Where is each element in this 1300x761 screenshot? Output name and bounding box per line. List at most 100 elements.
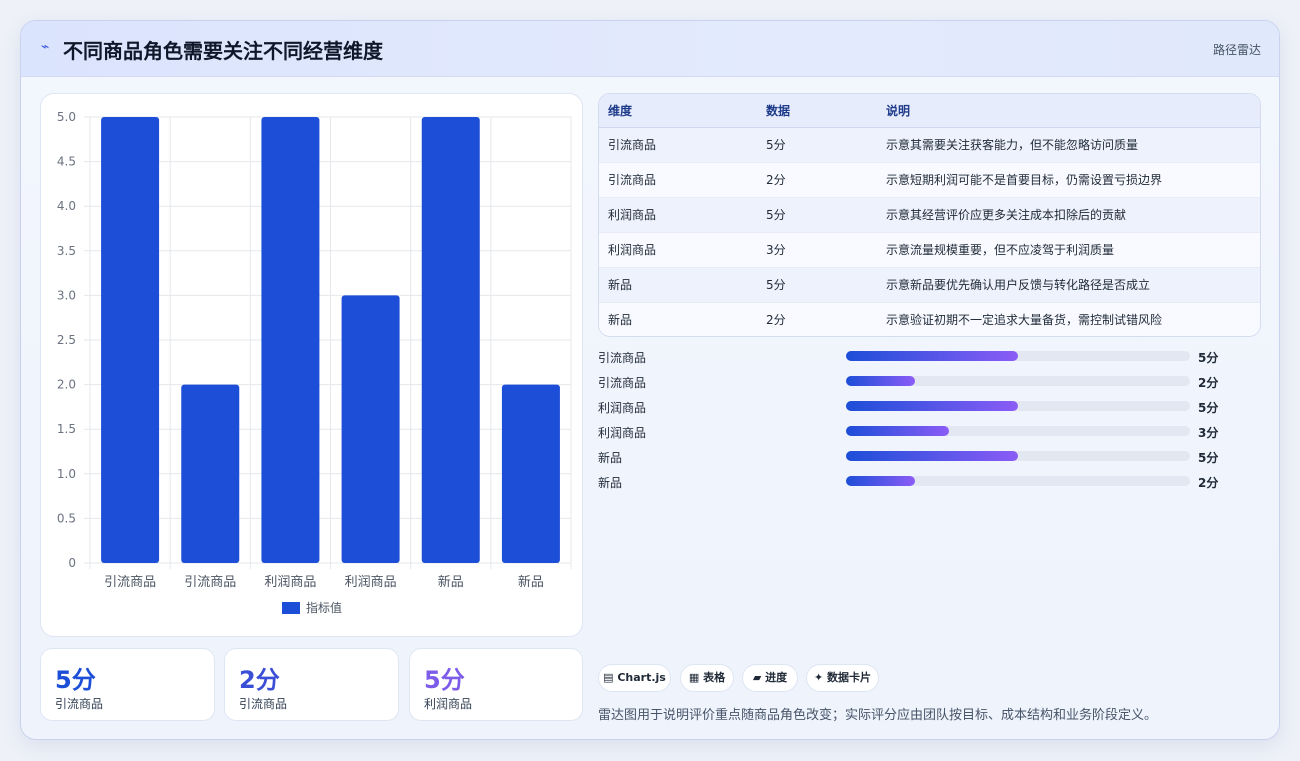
bar-chart-panel: 0 0.5 1.0 1.5 2.0 2.5 3.0 3.5 4.0 4.5 5.0 引流商品 引流商品 利… bbox=[40, 93, 583, 637]
progress-fill bbox=[846, 376, 915, 386]
kpi-value: 2分 bbox=[239, 666, 280, 694]
progress-value: 5分 bbox=[1198, 401, 1219, 415]
kpi-card-1: 5分 引流商品 bbox=[40, 648, 215, 721]
table-cell: 示意短期利润可能不是首要目标，仍需设置亏损边界 bbox=[877, 162, 1260, 198]
progress-track bbox=[846, 351, 1190, 361]
table-cell: 引流商品 bbox=[599, 162, 757, 198]
bar bbox=[261, 117, 320, 563]
kpi-label: 引流商品 bbox=[239, 697, 288, 711]
x-tick-label: 引流商品 bbox=[104, 575, 156, 590]
y-tick-label: 3.5 bbox=[57, 244, 76, 258]
table-cell: 新品 bbox=[599, 302, 757, 336]
progress-label: 利润商品 bbox=[598, 401, 647, 415]
progress-label: 引流商品 bbox=[598, 376, 647, 390]
pill-progress[interactable]: ▰ 进度 bbox=[742, 664, 798, 692]
y-tick-label: 0 bbox=[68, 556, 76, 570]
progress-fill bbox=[846, 401, 1018, 411]
pill-chartjs[interactable]: ▤ Chart.js bbox=[598, 664, 671, 692]
kpi-value: 5分 bbox=[55, 666, 96, 694]
kpi-label: 引流商品 bbox=[55, 697, 104, 711]
bar bbox=[101, 117, 160, 563]
progress-value: 2分 bbox=[1198, 376, 1219, 390]
progress-row: 新品 5分 bbox=[598, 447, 1261, 467]
progress-track bbox=[846, 376, 1190, 386]
progress-label: 利润商品 bbox=[598, 426, 647, 440]
table-row: 引流商品 5分 示意其需要关注获客能力，但不能忽略访问质量 bbox=[599, 127, 1260, 163]
progress-row: 新品 2分 bbox=[598, 472, 1261, 492]
table-cell: 5分 bbox=[757, 267, 877, 303]
progress-fill bbox=[846, 476, 915, 486]
progress-row: 利润商品 5分 bbox=[598, 397, 1261, 417]
progress-label: 新品 bbox=[598, 476, 623, 490]
table-cell: 2分 bbox=[757, 162, 877, 198]
table-row: 新品 5分 示意新品要优先确认用户反馈与转化路径是否成立 bbox=[599, 267, 1260, 303]
progress-fill bbox=[846, 451, 1018, 461]
table-cell: 5分 bbox=[757, 197, 877, 233]
table-cell: 利润商品 bbox=[599, 197, 757, 233]
bar bbox=[341, 295, 400, 563]
table-row: 新品 2分 示意验证初期不一定追求大量备货，需控制试错风险 bbox=[599, 302, 1260, 336]
progress-label: 新品 bbox=[598, 451, 623, 465]
kpi-card-2: 2分 引流商品 bbox=[224, 648, 399, 721]
table-cell: 示意流量规模重要，但不应凌驾于利润质量 bbox=[877, 232, 1260, 268]
progress-label: 引流商品 bbox=[598, 351, 647, 365]
x-tick-label: 新品 bbox=[518, 574, 544, 590]
sparkle-icon: ⌁ bbox=[41, 39, 50, 55]
table-cell: 2分 bbox=[757, 302, 877, 336]
page-title: 不同商品角色需要关注不同经营维度 bbox=[63, 39, 383, 63]
table-header-row: 维度 数据 说明 bbox=[599, 94, 1260, 128]
progress-row: 引流商品 2分 bbox=[598, 372, 1261, 392]
header-tag: 路径雷达 bbox=[1212, 43, 1261, 57]
table-cell: 示意新品要优先确认用户反馈与转化路径是否成立 bbox=[877, 267, 1260, 303]
y-tick-label: 2.0 bbox=[57, 378, 76, 392]
footnote: 雷达图用于说明评价重点随商品角色改变；实际评分应由团队按目标、成本结构和业务阶段… bbox=[598, 708, 1158, 723]
y-tick-label: 5.0 bbox=[57, 110, 76, 124]
kpi-card-3: 5分 利润商品 bbox=[409, 648, 583, 721]
header: ⌁ 不同商品角色需要关注不同经营维度 路径雷达 bbox=[21, 21, 1279, 77]
bar bbox=[501, 384, 560, 563]
x-tick-label: 利润商品 bbox=[264, 575, 316, 590]
table-cell: 利润商品 bbox=[599, 232, 757, 268]
legend-swatch bbox=[282, 602, 300, 614]
x-tick-label: 新品 bbox=[438, 574, 464, 590]
table-cell: 5分 bbox=[757, 127, 877, 163]
y-tick-label: 3.0 bbox=[57, 288, 76, 302]
y-tick-label: 0.5 bbox=[57, 511, 76, 525]
progress-row: 引流商品 5分 bbox=[598, 347, 1261, 367]
y-tick-label: 1.5 bbox=[57, 422, 76, 436]
y-tick-label: 2.5 bbox=[57, 333, 76, 347]
progress-value: 5分 bbox=[1198, 451, 1219, 465]
column-header: 维度 bbox=[599, 94, 757, 128]
table-row: 利润商品 5分 示意其经营评价应更多关注成本扣除后的贡献 bbox=[599, 197, 1260, 233]
progress-track bbox=[846, 401, 1190, 411]
column-header: 数据 bbox=[757, 94, 877, 128]
table-cell: 3分 bbox=[757, 232, 877, 268]
table-cell: 示意其需要关注获客能力，但不能忽略访问质量 bbox=[877, 127, 1260, 163]
progress-value: 2分 bbox=[1198, 476, 1219, 490]
table-cell: 新品 bbox=[599, 267, 757, 303]
y-tick-label: 4.0 bbox=[57, 199, 76, 213]
progress-value: 3分 bbox=[1198, 426, 1219, 440]
progress-track bbox=[846, 476, 1190, 486]
column-header: 说明 bbox=[877, 94, 1260, 128]
kpi-value: 5分 bbox=[424, 666, 465, 694]
bar-chart: 0 0.5 1.0 1.5 2.0 2.5 3.0 3.5 4.0 4.5 5.0 引流商品 引流商品 利… bbox=[57, 110, 572, 615]
table-row: 利润商品 3分 示意流量规模重要，但不应凌驾于利润质量 bbox=[599, 232, 1260, 268]
table-cell: 示意其经营评价应更多关注成本扣除后的贡献 bbox=[877, 197, 1260, 233]
pill-data-card[interactable]: ✦ 数据卡片 bbox=[806, 664, 879, 692]
table-row: 引流商品 2分 示意短期利润可能不是首要目标，仍需设置亏损边界 bbox=[599, 162, 1260, 198]
table-cell: 引流商品 bbox=[599, 127, 757, 163]
bar bbox=[421, 117, 480, 563]
legend-label: 指标值 bbox=[306, 600, 342, 615]
y-tick-label: 4.5 bbox=[57, 155, 76, 169]
y-tick-label: 1.0 bbox=[57, 467, 76, 481]
progress-track bbox=[846, 451, 1190, 461]
x-tick-label: 利润商品 bbox=[345, 575, 397, 590]
table-cell: 示意验证初期不一定追求大量备货，需控制试错风险 bbox=[877, 302, 1260, 336]
x-tick-label: 引流商品 bbox=[184, 575, 236, 590]
data-table: 维度 数据 说明 引流商品 5分 示意其需要关注获客能力，但不能忽略访问质量 引… bbox=[598, 93, 1261, 337]
progress-fill bbox=[846, 426, 950, 436]
bar bbox=[181, 384, 240, 563]
progress-row: 利润商品 3分 bbox=[598, 422, 1261, 442]
pill-table[interactable]: ▦ 表格 bbox=[680, 664, 734, 692]
